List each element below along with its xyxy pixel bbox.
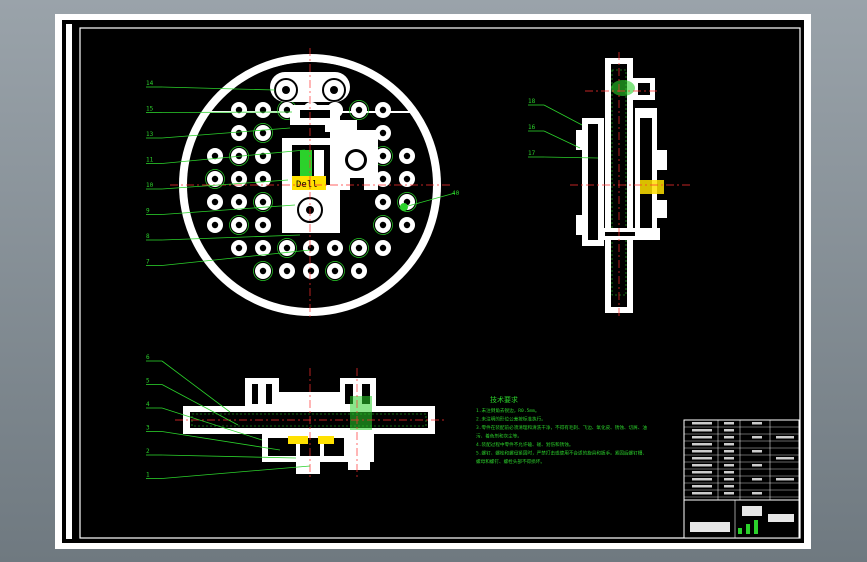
callout-label: 4 bbox=[146, 401, 150, 408]
tech-requirement-line: 污、着色剂和灰尘等。 bbox=[476, 433, 522, 440]
side-view bbox=[570, 52, 690, 318]
tech-requirement-line: 1.未注倒角去锐边，R0.5mm。 bbox=[476, 407, 539, 414]
callout-label: 7 bbox=[146, 259, 150, 266]
callout-label: 3 bbox=[146, 425, 150, 432]
callout-label: 10 bbox=[146, 182, 154, 189]
title-block bbox=[683, 419, 800, 539]
callout-label: 17 bbox=[528, 150, 536, 157]
callout-label: 8 bbox=[146, 233, 150, 240]
tech-requirements-title: 技术要求 bbox=[490, 395, 518, 404]
callout-label: 13 bbox=[146, 131, 154, 138]
callout-label: 11 bbox=[146, 157, 154, 164]
ball-marker bbox=[400, 203, 408, 211]
tech-requirement-line: 2.未注明的形位公差按标准执行。 bbox=[476, 416, 546, 423]
left-margin-strip bbox=[66, 24, 72, 539]
callout-label: 14 bbox=[146, 80, 154, 87]
cad-drawing: Dell 1415131110987 40 181617 654321 技术要求… bbox=[66, 24, 801, 539]
ball-label: 40 bbox=[452, 190, 460, 197]
tech-requirement-line: 螺母和螺钉、螺栓头部不得损坏。 bbox=[476, 458, 545, 465]
front-view bbox=[175, 368, 445, 480]
callout-label: 2 bbox=[146, 448, 150, 455]
callout-label: 6 bbox=[146, 354, 150, 361]
tech-requirement-line: 5.螺钉、螺栓和螺母紧固时，严禁打击或使用不合适的旋具和扳手。紧固后螺钉槽、 bbox=[476, 450, 647, 457]
callout-label: 18 bbox=[528, 98, 536, 105]
callout-label: 5 bbox=[146, 378, 150, 385]
callout-label: 16 bbox=[528, 124, 536, 131]
callout-label: 9 bbox=[146, 208, 150, 215]
tech-requirement-line: 3.零件在装配前必须清理和清洗干净，不得有毛刺、飞边、氧化皮、锈蚀、切屑、油 bbox=[476, 424, 647, 431]
tech-requirements: 技术要求 1.未注倒角去锐边，R0.5mm。 2.未注明的形位公差按标准执行。3.… bbox=[476, 395, 647, 465]
callout-label: 1 bbox=[146, 472, 150, 479]
tech-requirement-line: 4.装配过程中零件不允许磕、碰、划伤和锈蚀。 bbox=[476, 441, 573, 448]
callout-label: 15 bbox=[146, 106, 154, 113]
